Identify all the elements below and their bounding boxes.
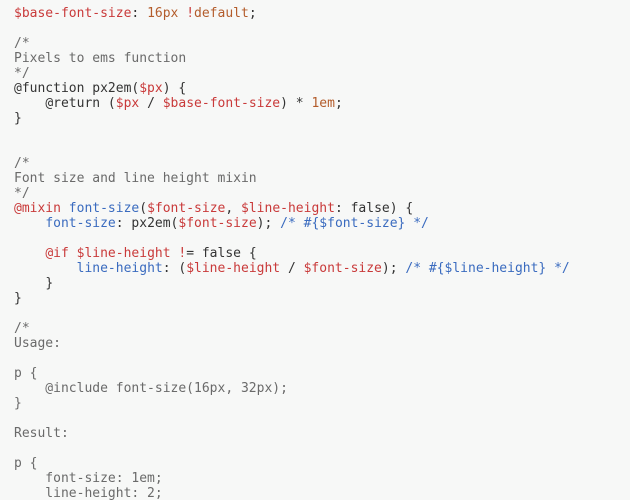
line: $base-font-size: 16px !default; [14, 6, 257, 21]
number-token: 16px [147, 6, 178, 21]
keyword-token: default [194, 6, 249, 21]
property-token: line-height [77, 261, 163, 276]
comment-block: /* Usage: p { @include font-size(16px, 3… [14, 321, 288, 500]
at-rule-token: @mixin [14, 201, 61, 216]
line: } [14, 111, 22, 126]
comment-block: /* Pixels to ems function */ [14, 36, 186, 81]
comment-block: /* Font size and line height mixin */ [14, 156, 257, 201]
variable-token: $base-font-size [14, 6, 131, 21]
line: line-height: ($line-height / $font-size)… [14, 261, 570, 276]
inline-comment: /* #{$font-size} */ [280, 216, 429, 231]
at-rule-token: @if [45, 246, 68, 261]
line: font-size: px2em($font-size); /* #{$font… [14, 216, 429, 231]
line: } [14, 291, 22, 306]
code-block: $base-font-size: 16px !default; /* Pixel… [0, 0, 630, 500]
line: @mixin font-size($font-size, $line-heigh… [14, 201, 413, 216]
property-token: font-size [45, 216, 115, 231]
mixin-name-token: font-size [69, 201, 139, 216]
line: @return ($px / $base-font-size) * 1em; [14, 96, 343, 111]
inline-comment: /* #{$line-height} */ [405, 261, 569, 276]
line: } [14, 276, 53, 291]
line: @if $line-height != false { [14, 246, 257, 261]
line: @function px2em($px) { [14, 81, 186, 96]
